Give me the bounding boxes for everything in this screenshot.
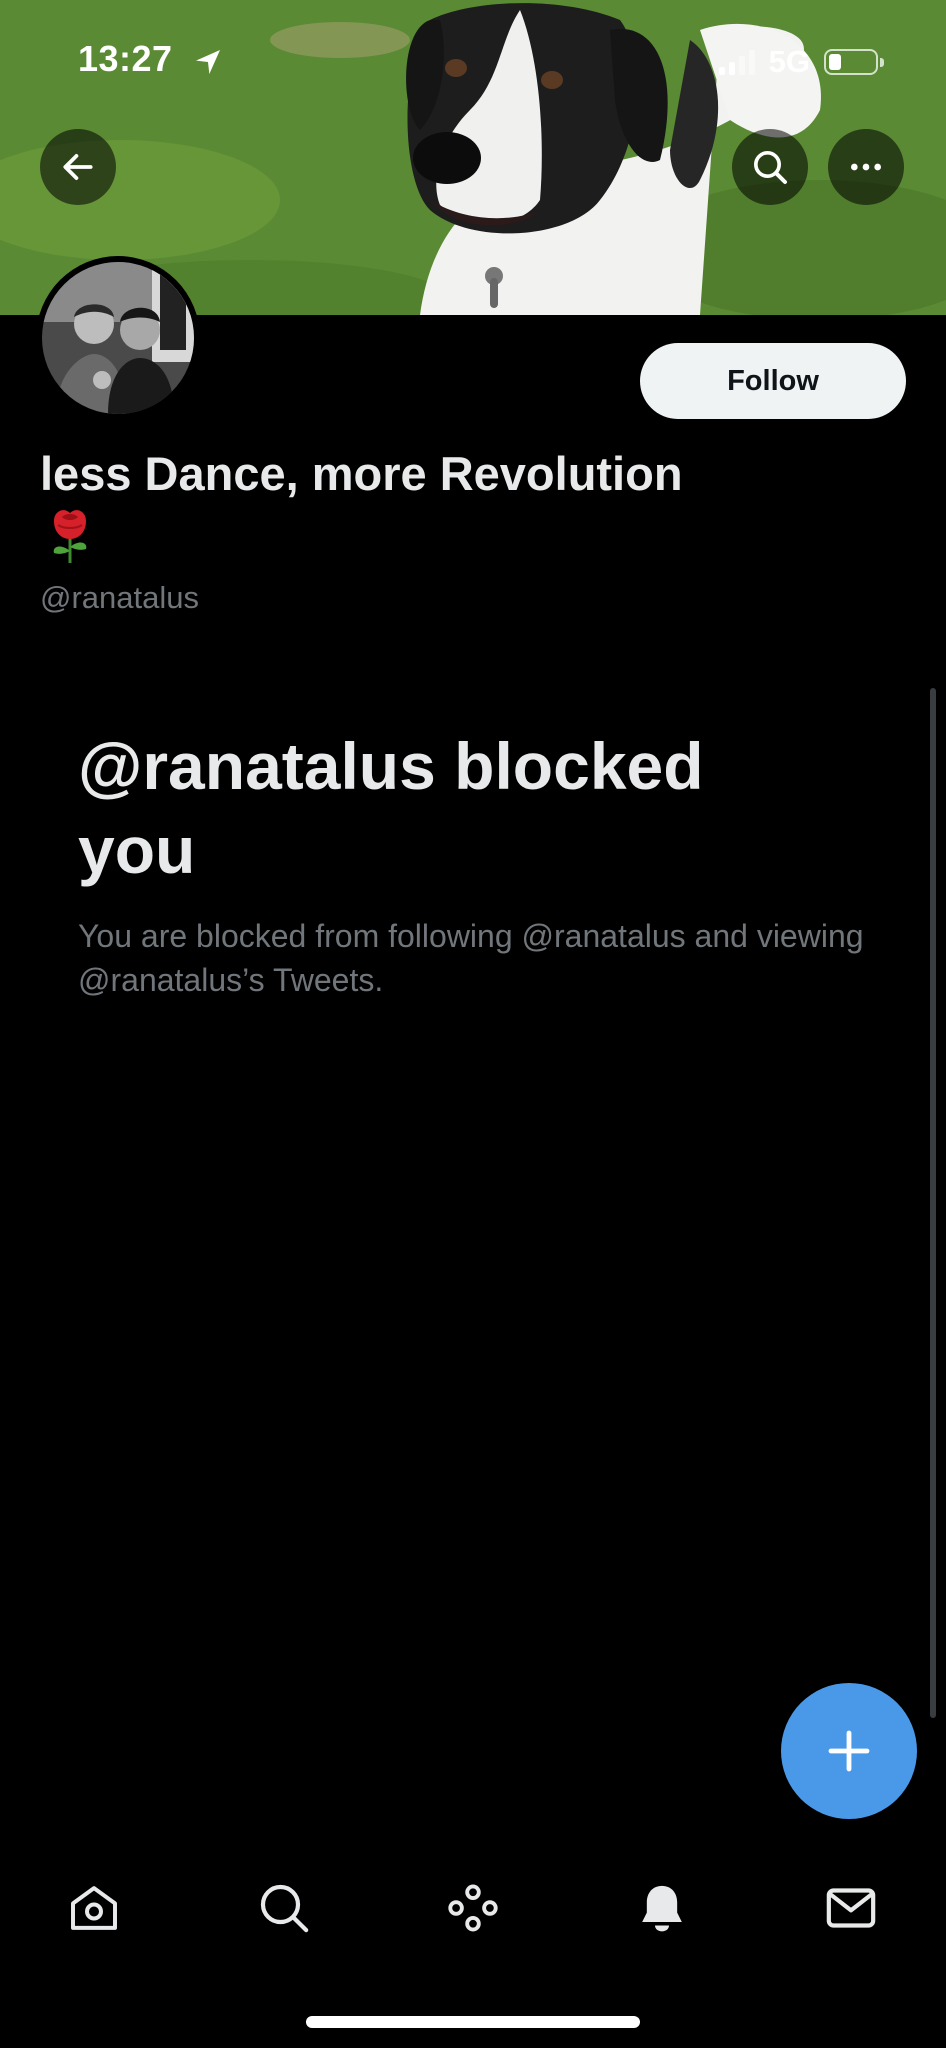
messages-envelope-icon [826, 1888, 876, 1928]
nav-notifications[interactable] [614, 1860, 710, 1956]
blocked-description: You are blocked from following @ranatalu… [78, 918, 864, 998]
compose-tweet-button[interactable] [781, 1683, 917, 1819]
profile-display-name: less Dance, more Revolution [40, 447, 683, 500]
nav-search[interactable] [236, 1860, 332, 1956]
home-indicator[interactable] [306, 2016, 640, 2028]
search-profile-button[interactable] [732, 129, 808, 205]
notifications-bell-icon [642, 1885, 682, 1932]
more-horizontal-icon [851, 163, 881, 171]
avatar-photo [42, 262, 194, 414]
rose-emoji [53, 510, 87, 563]
profile-handle: @ranatalus [40, 580, 199, 615]
scrollbar[interactable] [930, 688, 936, 1718]
bottom-navigation [0, 1860, 946, 1956]
cellular-signal-icon [718, 49, 755, 75]
plus-icon [828, 1730, 870, 1772]
location-arrow-icon [196, 50, 220, 74]
follow-button[interactable]: Follow [640, 343, 906, 419]
battery-icon [824, 49, 884, 75]
nav-messages[interactable] [803, 1860, 899, 1956]
nav-spaces[interactable] [425, 1860, 521, 1956]
spaces-icon [448, 1884, 498, 1932]
avatar[interactable] [36, 256, 200, 420]
more-options-button[interactable] [828, 129, 904, 205]
nav-home[interactable] [46, 1860, 142, 1956]
status-bar-time: 13:27 [78, 38, 173, 79]
network-type: 5G [768, 44, 810, 79]
home-icon [71, 1886, 117, 1930]
arrow-left-icon [63, 154, 93, 180]
back-button[interactable] [40, 129, 116, 205]
search-icon [260, 1884, 309, 1933]
blocked-title: @ranatalus blocked you [78, 729, 704, 887]
search-icon [754, 151, 787, 184]
